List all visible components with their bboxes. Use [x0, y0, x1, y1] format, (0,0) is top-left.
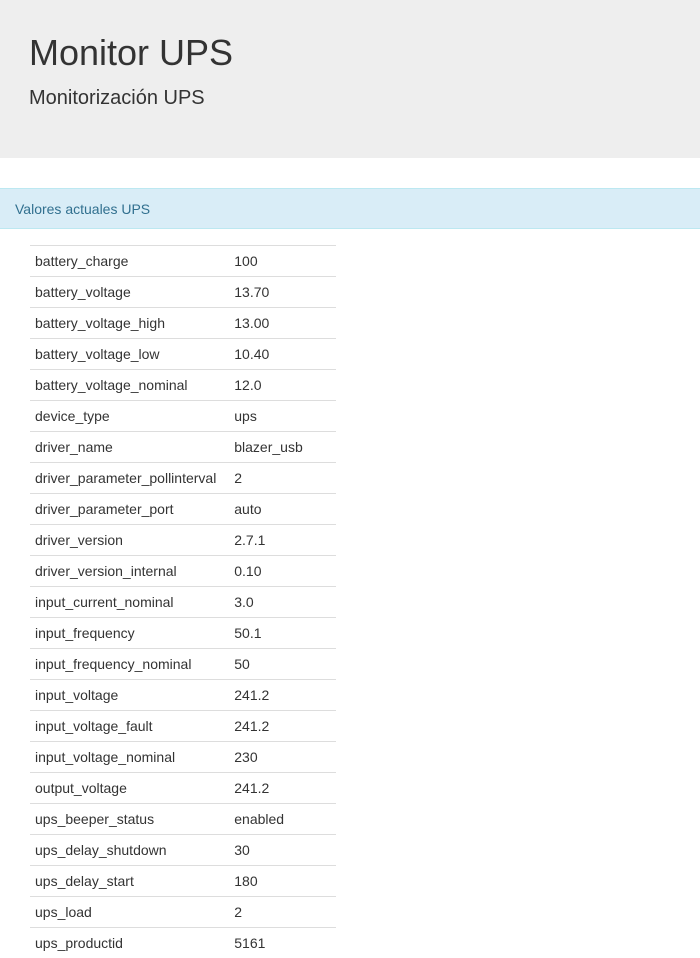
value-key: driver_version_internal [30, 556, 229, 587]
value-key: device_type [30, 401, 229, 432]
table-row: battery_voltage13.70 [30, 277, 336, 308]
value-key: input_voltage_fault [30, 711, 229, 742]
table-row: input_voltage241.2 [30, 680, 336, 711]
panel-title: Valores actuales UPS [15, 201, 150, 218]
value-key: ups_beeper_status [30, 804, 229, 835]
page-header: Monitor UPS Monitorización UPS [0, 0, 700, 158]
value-key: input_voltage [30, 680, 229, 711]
table-row: battery_charge100 [30, 246, 336, 277]
value-key: output_voltage [30, 773, 229, 804]
table-row: driver_version_internal0.10 [30, 556, 336, 587]
value-cell: 10.40 [229, 339, 336, 370]
table-row: input_voltage_fault241.2 [30, 711, 336, 742]
value-cell: 5161 [229, 928, 336, 958]
value-cell: 12.0 [229, 370, 336, 401]
table-row: ups_beeper_statusenabled [30, 804, 336, 835]
value-key: ups_delay_shutdown [30, 835, 229, 866]
value-cell: 2 [229, 463, 336, 494]
table-row: battery_voltage_low10.40 [30, 339, 336, 370]
value-cell: enabled [229, 804, 336, 835]
value-key: input_current_nominal [30, 587, 229, 618]
value-cell: 2.7.1 [229, 525, 336, 556]
ups-values-table: battery_charge100battery_voltage13.70bat… [30, 245, 336, 958]
value-cell: 180 [229, 866, 336, 897]
value-key: battery_voltage_low [30, 339, 229, 370]
value-key: battery_voltage [30, 277, 229, 308]
value-key: driver_parameter_pollinterval [30, 463, 229, 494]
table-row: ups_load2 [30, 897, 336, 928]
value-cell: 230 [229, 742, 336, 773]
value-cell: 50.1 [229, 618, 336, 649]
value-cell: 13.70 [229, 277, 336, 308]
table-row: input_current_nominal3.0 [30, 587, 336, 618]
value-key: driver_version [30, 525, 229, 556]
table-row: device_typeups [30, 401, 336, 432]
value-cell: 241.2 [229, 680, 336, 711]
table-row: battery_voltage_high13.00 [30, 308, 336, 339]
value-key: battery_charge [30, 246, 229, 277]
value-key: battery_voltage_nominal [30, 370, 229, 401]
table-row: driver_parameter_pollinterval2 [30, 463, 336, 494]
table-row: input_frequency50.1 [30, 618, 336, 649]
value-key: input_frequency [30, 618, 229, 649]
table-row: ups_delay_shutdown30 [30, 835, 336, 866]
table-row: input_frequency_nominal50 [30, 649, 336, 680]
value-cell: 13.00 [229, 308, 336, 339]
value-cell: 100 [229, 246, 336, 277]
table-row: ups_productid5161 [30, 928, 336, 958]
value-cell: 30 [229, 835, 336, 866]
value-cell: 3.0 [229, 587, 336, 618]
page-title: Monitor UPS [29, 30, 233, 76]
value-cell: 2 [229, 897, 336, 928]
ups-values-body: battery_charge100battery_voltage13.70bat… [30, 246, 336, 958]
value-key: driver_name [30, 432, 229, 463]
panel-heading: Valores actuales UPS [0, 188, 700, 229]
value-key: input_frequency_nominal [30, 649, 229, 680]
table-row: driver_version2.7.1 [30, 525, 336, 556]
value-cell: 241.2 [229, 711, 336, 742]
value-key: input_voltage_nominal [30, 742, 229, 773]
value-cell: ups [229, 401, 336, 432]
value-key: ups_delay_start [30, 866, 229, 897]
table-row: output_voltage241.2 [30, 773, 336, 804]
table-row: driver_nameblazer_usb [30, 432, 336, 463]
table-row: input_voltage_nominal230 [30, 742, 336, 773]
value-cell: 241.2 [229, 773, 336, 804]
table-row: ups_delay_start180 [30, 866, 336, 897]
value-key: ups_load [30, 897, 229, 928]
value-cell: 0.10 [229, 556, 336, 587]
value-cell: 50 [229, 649, 336, 680]
value-key: battery_voltage_high [30, 308, 229, 339]
table-row: battery_voltage_nominal12.0 [30, 370, 336, 401]
value-key: driver_parameter_port [30, 494, 229, 525]
value-key: ups_productid [30, 928, 229, 958]
value-cell: auto [229, 494, 336, 525]
table-row: driver_parameter_portauto [30, 494, 336, 525]
value-cell: blazer_usb [229, 432, 336, 463]
page-subtitle: Monitorización UPS [29, 86, 205, 110]
